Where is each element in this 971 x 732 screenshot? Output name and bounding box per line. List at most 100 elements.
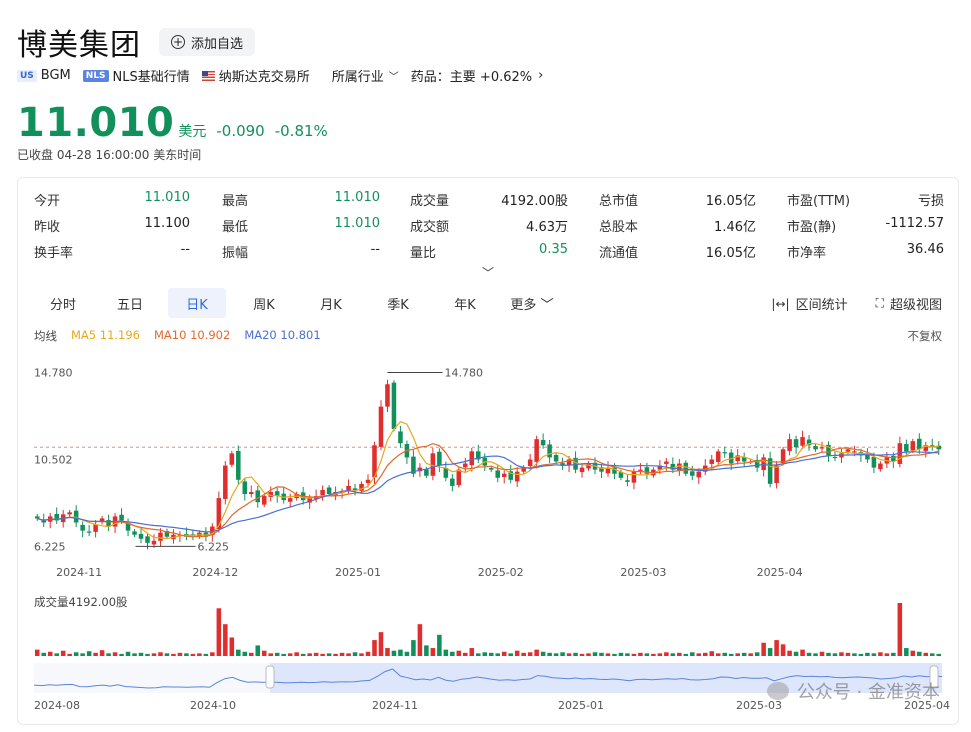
volume-bar: [852, 653, 857, 656]
volume-bar: [748, 653, 753, 656]
candle-body: [249, 492, 254, 495]
tab-0[interactable]: 分时: [34, 288, 92, 318]
min-annotation-label: 6.225: [198, 540, 230, 553]
volume-bar: [644, 653, 650, 656]
exchange-label: 纳斯达克交易所: [218, 70, 310, 85]
add-favorite-button[interactable]: + 添加自选: [159, 28, 256, 56]
industry-dropdown[interactable]: 所属行业 ﹀: [332, 66, 399, 85]
volume-bar: [119, 653, 124, 656]
volume-bar: [346, 653, 351, 656]
stat-value: --: [370, 242, 380, 257]
volume-bar: [715, 653, 721, 656]
candle-body: [553, 455, 559, 462]
stat-label: 振幅: [222, 246, 249, 261]
stat-label: 换手率: [34, 246, 74, 261]
sector-label: 药品：主要 +0.62%: [410, 70, 533, 85]
candle-body: [813, 446, 818, 450]
volume-bar: [884, 653, 890, 656]
candle-body: [683, 462, 689, 474]
stat-label: 最高: [222, 194, 249, 209]
volume-bar: [125, 651, 131, 656]
volume-bar: [476, 653, 481, 656]
candle-body: [514, 471, 520, 482]
range-icon: |↔|: [771, 296, 790, 311]
tab-1[interactable]: 五日: [101, 288, 159, 318]
adjust-toggle[interactable]: 不复权: [908, 328, 943, 344]
volume-bar: [566, 653, 572, 656]
chevron-down-icon: ﹀: [388, 72, 399, 83]
volume-bar: [430, 648, 436, 656]
candle-body: [450, 478, 455, 486]
ma-label: 均线: [34, 329, 57, 343]
candle-body: [917, 438, 922, 450]
volume-bar: [605, 653, 611, 656]
volume-bar: [320, 653, 325, 656]
price-unit: 美元: [178, 124, 207, 140]
tab-5[interactable]: 季K: [369, 288, 427, 318]
volume-bar: [339, 652, 345, 656]
candle-body: [119, 514, 124, 521]
volume-bar: [677, 652, 682, 656]
candle-body: [86, 531, 92, 533]
volume-bar: [326, 653, 332, 656]
volume-bar: [106, 653, 111, 656]
candle-body: [67, 512, 72, 515]
volume-bar: [158, 652, 163, 656]
volume-bar: [300, 653, 306, 656]
volume-bar: [67, 653, 72, 656]
candle-body: [690, 471, 695, 476]
nls-item[interactable]: NLS NLS基础行情: [82, 66, 190, 85]
tab-4[interactable]: 月K: [302, 288, 360, 318]
stat-label: 流通值: [599, 246, 639, 261]
volume-bar: [586, 653, 591, 656]
candle-body: [547, 444, 552, 458]
super-view-button[interactable]: ⛶ 超级视图: [876, 294, 942, 313]
tab-3[interactable]: 周K: [235, 288, 293, 318]
stat-label: 量比: [410, 246, 437, 261]
expand-stats-icon[interactable]: ﹀: [482, 264, 494, 281]
range-stats-button[interactable]: |↔| 区间统计: [771, 294, 847, 314]
candle-body: [463, 463, 468, 468]
navigator-tick-label: 2024-08: [34, 699, 80, 712]
stat-label: 市盈(静): [787, 220, 837, 235]
volume-bar: [579, 653, 585, 656]
tab-7[interactable]: 更多 ﹀: [503, 288, 561, 318]
candle-body: [819, 447, 825, 449]
candle-body: [625, 480, 630, 482]
stat-label: 最低: [222, 220, 249, 235]
volume-bar: [411, 640, 416, 656]
volume-bar: [203, 653, 209, 656]
candle-body: [715, 451, 721, 462]
volume-bar: [99, 650, 105, 656]
volume-bar: [501, 651, 507, 656]
volume-bar: [145, 653, 150, 656]
tab-6[interactable]: 年K: [436, 288, 494, 318]
volume-bar: [806, 652, 812, 656]
fullscreen-icon: ⛶: [875, 296, 884, 310]
candle-body: [93, 524, 98, 532]
volume-bar: [858, 653, 864, 656]
stat-label: 成交量: [410, 194, 450, 209]
price-row: 11.010 美元 -0.090 -0.81%: [17, 100, 328, 146]
volume-bar: [456, 650, 462, 656]
stat-value: 36.46: [906, 242, 944, 257]
x-tick-label: 2024-11: [56, 566, 102, 579]
candle-body: [456, 469, 462, 486]
volume-bar: [787, 650, 792, 656]
candle-body: [488, 468, 494, 470]
wechat-icon: [766, 682, 789, 700]
stat-value: 11.100: [144, 216, 191, 231]
tab-2[interactable]: 日K: [168, 288, 226, 318]
stock-title: 博美集团: [17, 28, 141, 63]
add-favorite-label: 添加自选: [191, 36, 244, 52]
navigator-tick-label: 2024-11: [372, 699, 418, 712]
volume-bar: [184, 653, 189, 656]
ma10-line: [37, 442, 939, 538]
volume-bar: [638, 652, 643, 656]
sector-link[interactable]: 药品：主要 +0.62% ›: [411, 66, 544, 85]
volume-bar: [495, 653, 500, 656]
price-change: -0.090: [216, 122, 265, 140]
volume-bar: [651, 653, 656, 656]
volume-bar: [294, 652, 299, 656]
kline-chart[interactable]: 14.780 10.502 6.225 14.780 6.225 2024-11 2024-…: [18, 348, 958, 718]
